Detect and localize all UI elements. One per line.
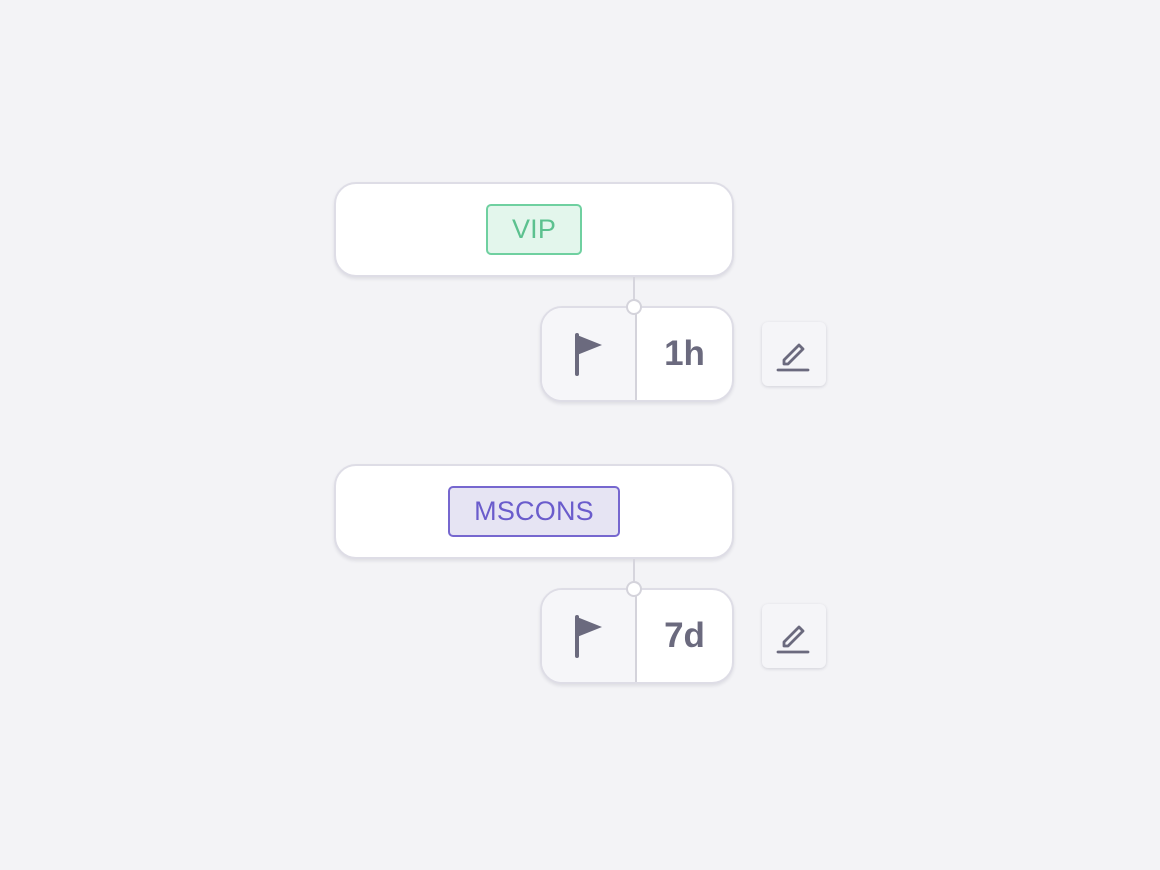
flag-cell <box>542 590 637 682</box>
sla-time-value: 7d <box>664 616 705 655</box>
tag-card[interactable]: MSCONS <box>334 464 734 559</box>
connector-dot <box>626 299 642 315</box>
rule-group-vip: VIP 1h <box>334 182 834 404</box>
flag-icon <box>574 615 602 658</box>
sla-pill[interactable]: 7d <box>540 588 734 684</box>
pencil-icon <box>776 343 810 372</box>
connector-dot <box>626 581 642 597</box>
rule-group-mscons: MSCONS 7d <box>334 464 834 686</box>
edit-button[interactable] <box>762 322 826 386</box>
sla-time-value: 1h <box>664 334 705 373</box>
edit-button[interactable] <box>762 604 826 668</box>
flag-icon <box>574 333 602 376</box>
tag-badge-vip: VIP <box>485 204 583 255</box>
tag-badge-mscons: MSCONS <box>448 486 620 537</box>
flag-cell <box>542 308 637 400</box>
sla-pill[interactable]: 1h <box>540 306 734 402</box>
tag-card[interactable]: VIP <box>334 182 734 277</box>
pencil-icon <box>776 625 810 654</box>
